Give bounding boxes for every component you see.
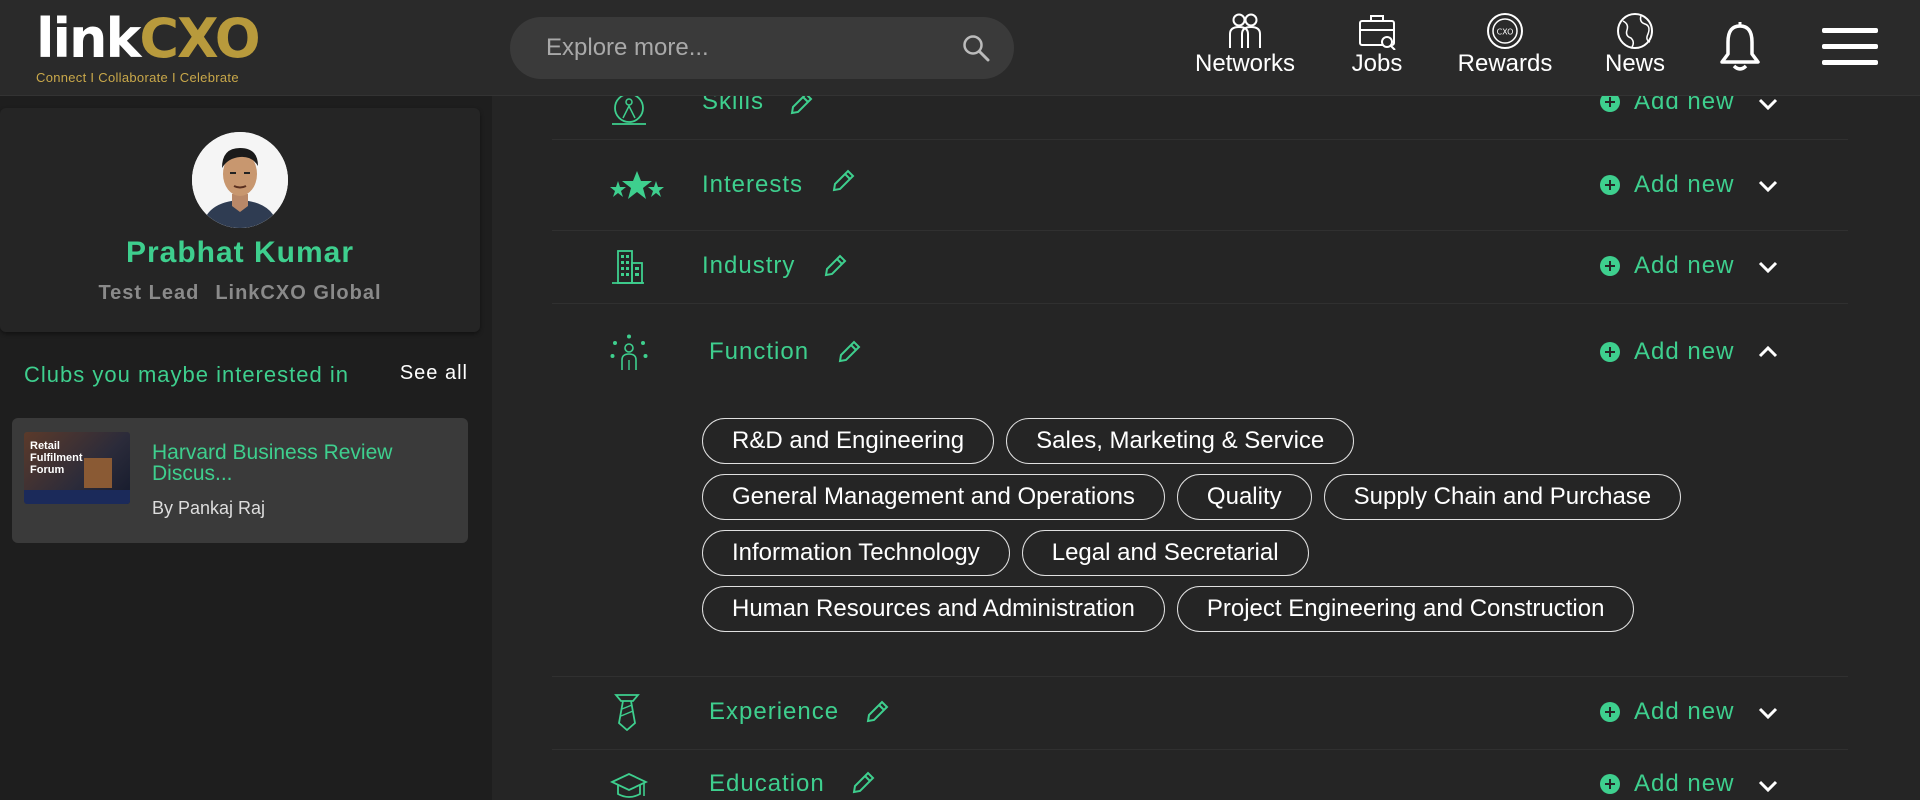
section-industry: Industry Add new bbox=[552, 231, 1848, 304]
search-bar bbox=[510, 17, 1014, 79]
nav-jobs-label: Jobs bbox=[1351, 50, 1403, 77]
see-all-link[interactable]: See all bbox=[400, 362, 468, 385]
profile-subtitle: Test Lead LinkCXO Global bbox=[0, 282, 480, 305]
interests-stars-icon bbox=[610, 171, 664, 199]
edit-function-pencil-icon[interactable] bbox=[836, 339, 862, 365]
function-chip[interactable]: Sales, Marketing & Service bbox=[1006, 418, 1355, 464]
education-add-new-label: Add new bbox=[1634, 770, 1735, 797]
function-people-icon bbox=[610, 334, 648, 370]
nav-networks[interactable]: Networks bbox=[1188, 12, 1302, 84]
experience-add-new-label: Add new bbox=[1634, 698, 1735, 725]
chip-row: Information Technology Legal and Secreta… bbox=[702, 530, 1762, 576]
function-add-new-label: Add new bbox=[1634, 338, 1735, 365]
function-chip[interactable]: Information Technology bbox=[702, 530, 1010, 576]
profile-name[interactable]: Prabhat Kumar bbox=[0, 236, 480, 270]
nav-jobs[interactable]: Jobs bbox=[1344, 12, 1410, 84]
nav-networks-label: Networks bbox=[1194, 50, 1296, 77]
function-chip[interactable]: Quality bbox=[1176, 474, 1312, 520]
hamburger-menu-icon[interactable] bbox=[1822, 28, 1878, 68]
chevron-down-icon[interactable] bbox=[1758, 261, 1778, 273]
club-thumbnail-title: Retail Fulfilment Forum bbox=[30, 440, 83, 476]
jobs-icon bbox=[1359, 15, 1396, 50]
chevron-down-icon[interactable] bbox=[1758, 707, 1778, 719]
function-chip[interactable]: Supply Chain and Purchase bbox=[1323, 474, 1682, 520]
add-circle-icon bbox=[1600, 256, 1620, 276]
edit-interests-pencil-icon[interactable] bbox=[830, 168, 856, 194]
clubs-header: Clubs you maybe interested in See all bbox=[24, 360, 474, 390]
function-chip[interactable]: Project Engineering and Construction bbox=[1176, 586, 1635, 632]
club-card[interactable]: Retail Fulfilment Forum Harvard Business… bbox=[12, 418, 468, 543]
chip-row: General Management and Operations Qualit… bbox=[702, 474, 1762, 520]
club-name[interactable]: Harvard Business Review Discus... bbox=[152, 442, 452, 484]
function-chip[interactable]: General Management and Operations bbox=[702, 474, 1165, 520]
industry-building-icon bbox=[612, 250, 644, 284]
section-experience-label: Experience bbox=[709, 698, 840, 725]
rewards-icon: CXO bbox=[1487, 13, 1523, 49]
section-interests: Interests Add new bbox=[552, 140, 1848, 231]
logo-wordmark: linkCXO bbox=[36, 7, 261, 70]
section-education-label: Education bbox=[709, 770, 825, 797]
profile-company: LinkCXO Global bbox=[215, 282, 382, 304]
section-industry-label: Industry bbox=[702, 252, 796, 279]
chevron-down-icon[interactable] bbox=[1758, 98, 1778, 110]
edit-experience-pencil-icon[interactable] bbox=[864, 699, 890, 725]
skills-icon bbox=[612, 93, 646, 125]
top-header: linkCXO Connect I Collaborate I Celebrat… bbox=[0, 0, 1920, 96]
function-chip-list: R&D and Engineering Sales, Marketing & S… bbox=[702, 418, 1762, 642]
function-chip[interactable]: Human Resources and Administration bbox=[702, 586, 1165, 632]
add-circle-icon bbox=[1600, 774, 1620, 794]
interests-add-new-label: Add new bbox=[1634, 171, 1735, 198]
avatar-photo bbox=[192, 132, 288, 228]
linkcxo-logo[interactable]: linkCXO Connect I Collaborate I Celebrat… bbox=[36, 12, 286, 88]
section-education: Education Add new bbox=[552, 750, 1848, 800]
chip-row: Human Resources and Administration Proje… bbox=[702, 586, 1762, 632]
function-chip[interactable]: R&D and Engineering bbox=[702, 418, 995, 464]
profile-title: Test Lead bbox=[98, 282, 200, 304]
chip-row: R&D and Engineering Sales, Marketing & S… bbox=[702, 418, 1762, 464]
experience-tie-icon bbox=[614, 694, 640, 731]
news-icon bbox=[1617, 13, 1653, 49]
search-icon[interactable] bbox=[962, 34, 990, 62]
add-circle-icon bbox=[1600, 342, 1620, 362]
chevron-down-icon[interactable] bbox=[1758, 780, 1778, 792]
section-interests-label: Interests bbox=[702, 171, 804, 198]
logo-tagline: Connect I Collaborate I Celebrate bbox=[36, 70, 239, 85]
nav-news-label: News bbox=[1604, 50, 1665, 77]
section-function-label: Function bbox=[709, 338, 810, 365]
profile-card: Prabhat Kumar Test Lead LinkCXO Global bbox=[0, 108, 480, 332]
function-chip[interactable]: Legal and Secretarial bbox=[1021, 530, 1309, 576]
clubs-heading: Clubs you maybe interested in bbox=[24, 362, 349, 387]
nav-news[interactable]: News bbox=[1600, 12, 1670, 84]
add-circle-icon bbox=[1600, 702, 1620, 722]
edit-industry-pencil-icon[interactable] bbox=[822, 253, 848, 279]
club-author: By Pankaj Raj bbox=[152, 498, 266, 518]
avatar[interactable] bbox=[192, 132, 288, 228]
edit-education-pencil-icon[interactable] bbox=[850, 770, 876, 796]
club-thumbnail: Retail Fulfilment Forum bbox=[24, 432, 130, 504]
nav-rewards[interactable]: CXO Rewards bbox=[1450, 12, 1560, 84]
networks-icon bbox=[1229, 13, 1261, 48]
add-circle-icon bbox=[1600, 175, 1620, 195]
notification-bell-icon[interactable] bbox=[1718, 22, 1762, 72]
nav-rewards-label: Rewards bbox=[1457, 50, 1553, 77]
chevron-down-icon[interactable] bbox=[1758, 180, 1778, 192]
industry-add-new-label: Add new bbox=[1634, 252, 1735, 279]
chevron-up-icon[interactable] bbox=[1758, 346, 1778, 358]
svg-text:CXO: CXO bbox=[1497, 28, 1514, 37]
section-experience: Experience Add new bbox=[552, 677, 1848, 750]
education-cap-icon bbox=[610, 773, 648, 798]
search-input[interactable] bbox=[546, 17, 946, 79]
